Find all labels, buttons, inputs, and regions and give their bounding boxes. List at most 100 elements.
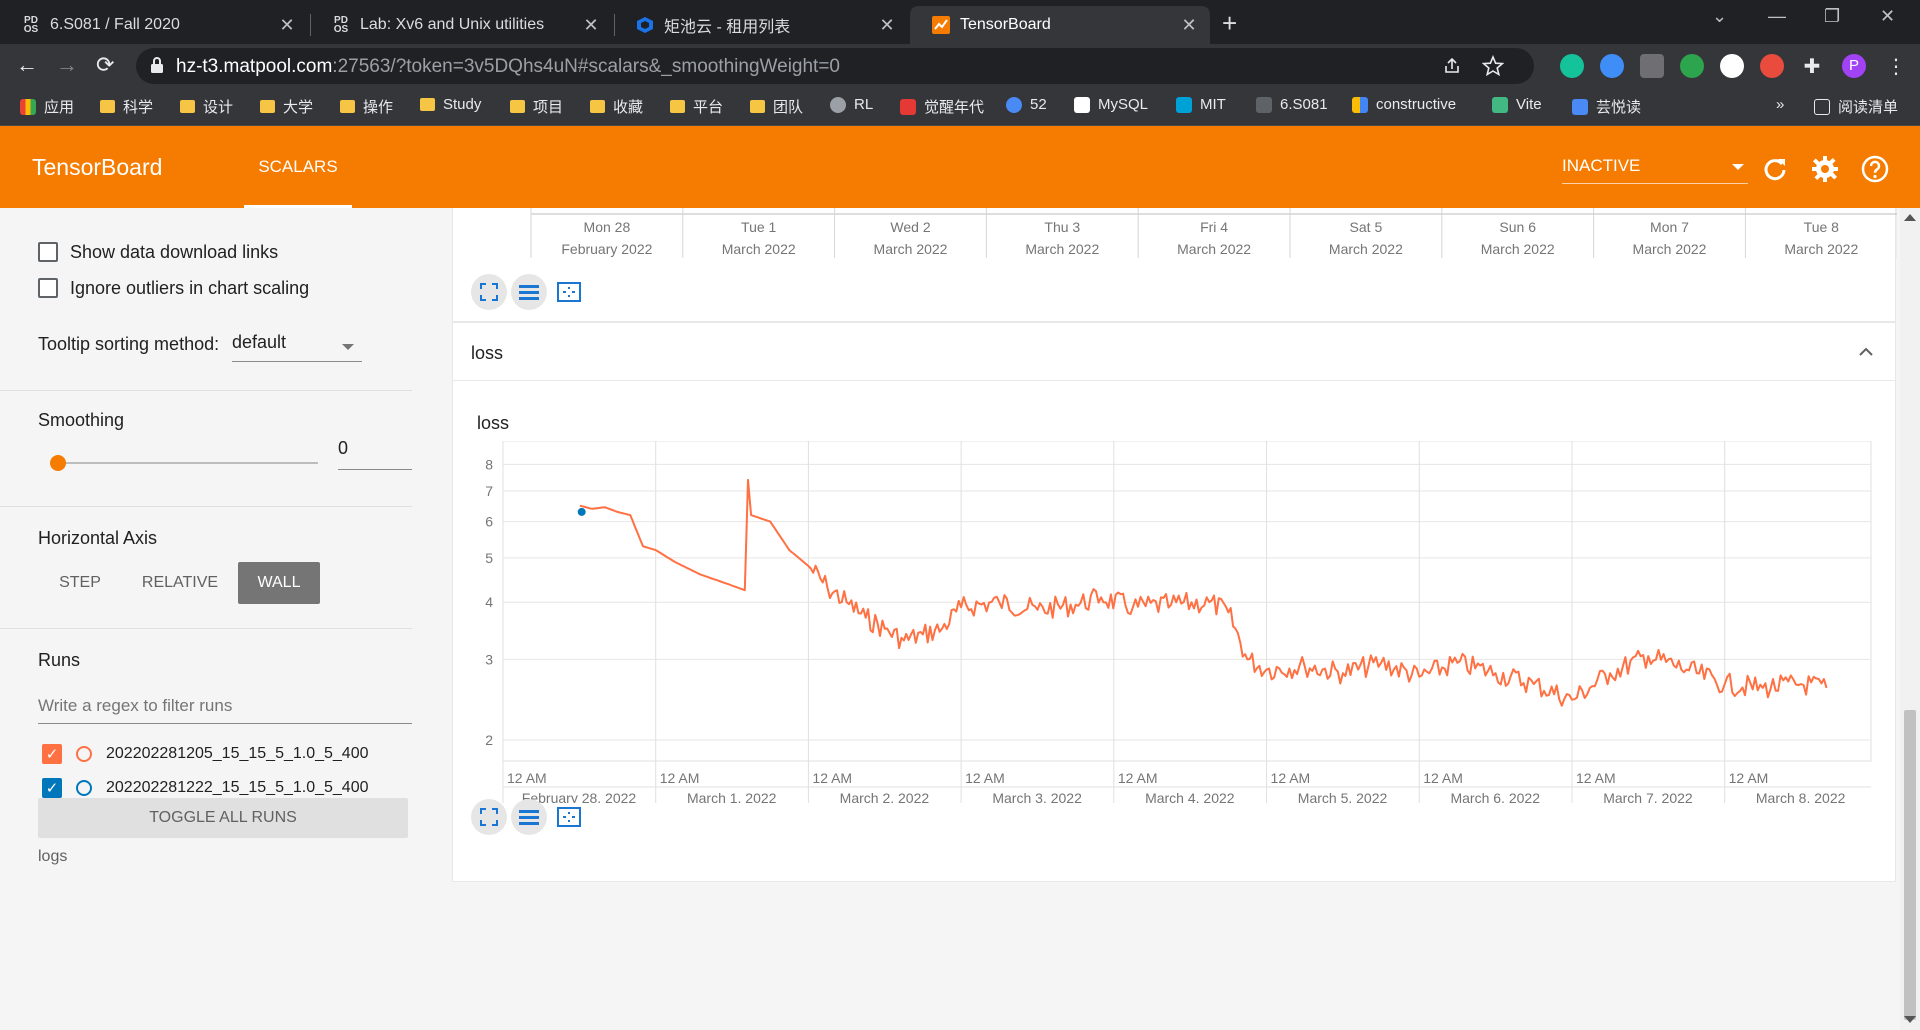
axis-step-button[interactable]: STEP xyxy=(38,562,122,604)
inactive-plugins-dropdown[interactable]: INACTIVE xyxy=(1562,156,1748,184)
runs-filter-input[interactable]: Write a regex to filter runs xyxy=(38,688,412,724)
bookmark-folder[interactable]: 大学 xyxy=(260,96,313,117)
bookmark-folder[interactable]: 项目 xyxy=(510,96,563,117)
fit-domain-button[interactable] xyxy=(471,799,507,835)
bookmark-apps[interactable]: 应用 xyxy=(20,96,74,117)
bookmark-folder[interactable]: 设计 xyxy=(180,96,233,117)
browser-tab-tensorboard[interactable]: TensorBoard ✕ xyxy=(910,6,1210,44)
bookmark-folder[interactable]: Study xyxy=(420,96,481,113)
grammarly-extension-icon[interactable] xyxy=(1560,54,1584,78)
dropdown-caret-icon xyxy=(342,344,354,350)
bookmark-folder[interactable]: 团队 xyxy=(750,96,803,117)
loss-line-chart[interactable]: 234567812 AMFebruary 28, 202212 AMMarch … xyxy=(453,441,1897,803)
bookmark-site[interactable]: Vite xyxy=(1492,96,1542,113)
profile-avatar[interactable]: P xyxy=(1842,54,1866,78)
minimize-window-icon[interactable]: — xyxy=(1768,6,1786,27)
bookmark-site[interactable]: 52 xyxy=(1006,96,1047,113)
axis-relative-button[interactable]: RELATIVE xyxy=(130,562,230,604)
help-icon[interactable] xyxy=(1860,154,1890,184)
browser-tab-matpool[interactable]: 矩池云 - 租用列表 ✕ xyxy=(614,6,908,44)
bookmarks-overflow-button[interactable]: » xyxy=(1776,96,1784,113)
folder-icon xyxy=(340,100,355,113)
extension-icon[interactable] xyxy=(1600,54,1624,78)
reload-icon[interactable]: ⟳ xyxy=(96,52,114,78)
bookmark-label: 52 xyxy=(1030,96,1047,113)
browser-tab-xv6-lab[interactable]: PD OS Lab: Xv6 and Unix utilities ✕ xyxy=(310,6,612,44)
extensions-puzzle-icon[interactable]: ✚ xyxy=(1800,54,1824,78)
toggle-log-scale-button[interactable] xyxy=(511,274,547,310)
folder-icon xyxy=(670,100,685,113)
bookmark-folder[interactable]: 科学 xyxy=(100,96,153,117)
x-tick-month: March 2022 xyxy=(1633,241,1707,257)
series-line[interactable] xyxy=(579,478,1828,707)
address-bar[interactable]: hz-t3.matpool.com:27563/?token=3v5DQhs4u… xyxy=(136,48,1534,84)
share-icon[interactable] xyxy=(1442,56,1462,76)
bookmark-site[interactable]: constructive xyxy=(1352,96,1456,113)
scroll-down-arrow-icon[interactable] xyxy=(1904,1016,1916,1023)
restore-window-icon[interactable]: ❐ xyxy=(1824,6,1840,27)
extension-icon[interactable] xyxy=(1760,54,1784,78)
smoothing-slider-thumb[interactable] xyxy=(50,455,66,471)
page-scrollbar-thumb[interactable] xyxy=(1904,710,1916,1020)
bookmark-site[interactable]: MySQL xyxy=(1074,96,1148,113)
axis-wall-button[interactable]: WALL xyxy=(238,562,320,604)
tensorboard-header: TensorBoard SCALARS INACTIVE xyxy=(0,126,1920,208)
extension-icon[interactable] xyxy=(1720,54,1744,78)
bookmark-star-icon[interactable] xyxy=(1482,55,1504,77)
logdir-label: logs xyxy=(38,848,68,865)
close-tab-icon[interactable]: ✕ xyxy=(1178,15,1200,36)
refresh-icon[interactable] xyxy=(1760,154,1790,184)
collapse-chevron-up-icon[interactable] xyxy=(1857,343,1875,361)
close-window-icon[interactable]: ✕ xyxy=(1880,6,1895,27)
x-tick-day: Wed 2 xyxy=(890,219,930,235)
zoom-to-fit-button[interactable] xyxy=(551,799,587,835)
ignore-outliers-label: Ignore outliers in chart scaling xyxy=(70,278,310,298)
series-point[interactable] xyxy=(577,507,586,516)
tab-search-icon[interactable]: ⌄ xyxy=(1712,6,1727,27)
run-checkbox[interactable]: ✓ xyxy=(42,778,62,798)
smoothing-slider-track[interactable] xyxy=(56,462,318,464)
show-download-links-checkbox[interactable] xyxy=(38,242,58,262)
bookmark-site[interactable]: 芸悦读 xyxy=(1572,96,1641,117)
forward-arrow-icon[interactable]: → xyxy=(56,52,78,78)
new-tab-button[interactable]: + xyxy=(1222,8,1237,39)
x-tick-hour: 12 AM xyxy=(1118,770,1158,786)
bookmark-site[interactable]: MIT xyxy=(1176,96,1226,113)
scroll-up-arrow-icon[interactable] xyxy=(1904,214,1916,221)
run-row[interactable]: ✓ 202202281222_15_15_5_1.0_5_400 xyxy=(42,776,369,800)
bookmark-label: 应用 xyxy=(44,99,75,116)
bookmark-site[interactable]: RL xyxy=(830,96,873,113)
toggle-all-runs-button[interactable]: TOGGLE ALL RUNS xyxy=(38,798,408,838)
tab-scalars[interactable]: SCALARS xyxy=(244,126,352,208)
loss-card-header[interactable]: loss xyxy=(453,323,1895,381)
close-tab-icon[interactable]: ✕ xyxy=(580,15,602,36)
folder-icon xyxy=(260,100,275,113)
run-color-indicator[interactable] xyxy=(76,746,92,762)
bookmark-folder[interactable]: 平台 xyxy=(670,96,723,117)
extension-icon[interactable] xyxy=(1680,54,1704,78)
menu-kebab-icon[interactable]: ⋮ xyxy=(1884,54,1908,78)
run-row[interactable]: ✓ 202202281205_15_15_5_1.0_5_400 xyxy=(42,742,369,766)
ignore-outliers-checkbox[interactable] xyxy=(38,278,58,298)
bookmark-folder[interactable]: 操作 xyxy=(340,96,393,117)
smoothing-value-input[interactable]: 0 xyxy=(338,438,412,470)
list-lines-icon xyxy=(519,810,539,825)
fit-domain-button[interactable] xyxy=(471,274,507,310)
zoom-to-fit-button[interactable] xyxy=(551,274,587,310)
back-arrow-icon[interactable]: ← xyxy=(16,52,38,78)
browser-tab-6s081[interactable]: PD OS 6.S081 / Fall 2020 ✕ xyxy=(0,6,308,44)
tooltip-sorting-select[interactable]: default xyxy=(232,332,362,362)
run-color-indicator[interactable] xyxy=(76,780,92,796)
close-tab-icon[interactable]: ✕ xyxy=(276,15,298,36)
x-tick-day: Mon 28 xyxy=(584,219,631,235)
run-checkbox[interactable]: ✓ xyxy=(42,744,62,764)
close-tab-icon[interactable]: ✕ xyxy=(876,15,898,36)
folder-icon xyxy=(750,100,765,113)
bookmark-site[interactable]: 6.S081 xyxy=(1256,96,1328,113)
reading-list-button[interactable]: 阅读清单 xyxy=(1814,96,1898,117)
settings-gear-icon[interactable] xyxy=(1810,154,1840,184)
bookmark-site[interactable]: 觉醒年代 xyxy=(900,96,984,117)
bookmark-folder[interactable]: 收藏 xyxy=(590,96,643,117)
toggle-log-scale-button[interactable] xyxy=(511,799,547,835)
extension-icon[interactable] xyxy=(1640,54,1664,78)
